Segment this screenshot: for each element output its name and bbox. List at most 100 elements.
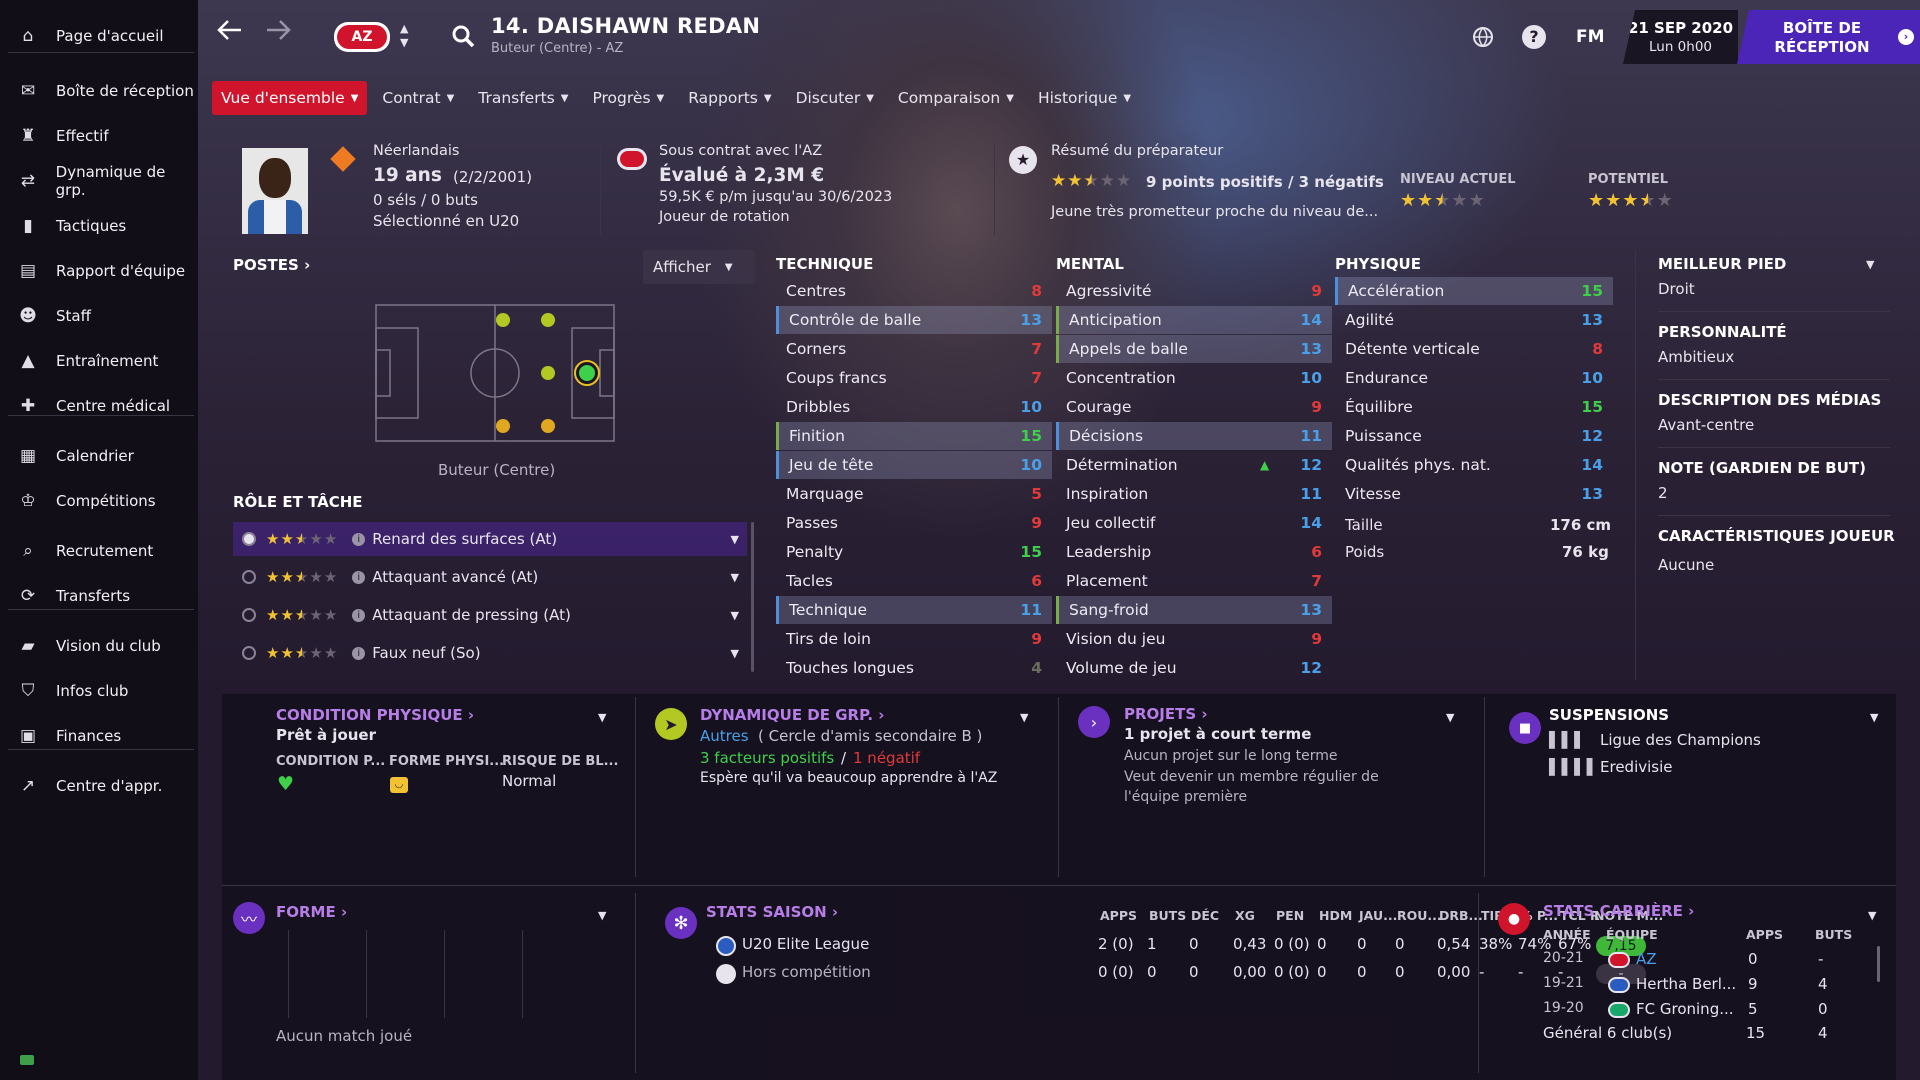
attribute-row-mental[interactable]: Volume de jeu 12 bbox=[1056, 654, 1332, 682]
radio-button[interactable] bbox=[242, 646, 256, 660]
dynamics-title[interactable]: DYNAMIQUE DE GRP. › bbox=[700, 706, 884, 724]
radio-button[interactable] bbox=[242, 532, 256, 546]
chevron-down-icon[interactable]: ▼ bbox=[731, 647, 739, 660]
globe-icon[interactable] bbox=[1472, 26, 1494, 52]
chevron-down-icon[interactable]: ▼ bbox=[1020, 711, 1028, 724]
attribute-row-mental[interactable]: Décisions 11 bbox=[1056, 422, 1332, 450]
attribute-row-mental[interactable]: Anticipation 14 bbox=[1056, 306, 1332, 334]
chevron-down-icon[interactable]: ▼ bbox=[731, 609, 739, 622]
tab-2[interactable]: Transferts ▼ bbox=[469, 81, 577, 115]
attribute-row-physique[interactable]: Équilibre 15 bbox=[1335, 393, 1613, 421]
sidebar-item-staff[interactable]: ☻ Staff bbox=[0, 296, 198, 336]
radio-button[interactable] bbox=[242, 570, 256, 584]
tab-4[interactable]: Rapports ▼ bbox=[679, 81, 780, 115]
attribute-row-technique[interactable]: Corners 7 bbox=[776, 335, 1052, 363]
attribute-row-technique[interactable]: Passes 9 bbox=[776, 509, 1052, 537]
attribute-row-physique[interactable]: Vitesse 13 bbox=[1335, 480, 1613, 508]
season-stats-title[interactable]: STATS SAISON › bbox=[706, 903, 838, 921]
attribute-row-physique[interactable]: Puissance 12 bbox=[1335, 422, 1613, 450]
attribute-row-physique[interactable]: Accélération 15 bbox=[1335, 277, 1613, 305]
attribute-row-technique[interactable]: Touches longues 4 bbox=[776, 654, 1052, 682]
show-dropdown-button[interactable]: Afficher ▼ bbox=[643, 250, 755, 284]
sidebar-item-academy[interactable]: ↗ Centre d'appr. bbox=[0, 766, 198, 806]
attribute-row-technique[interactable]: Jeu de tête 10 bbox=[776, 451, 1052, 479]
info-icon[interactable]: i bbox=[352, 570, 366, 584]
positions-title[interactable]: POSTES › bbox=[233, 256, 310, 274]
chevron-down-icon[interactable]: ▼ bbox=[1446, 711, 1454, 724]
sidebar-item-dynamics[interactable]: ⇄ Dynamique de grp. bbox=[0, 161, 198, 201]
attribute-row-technique[interactable]: Finition 15 bbox=[776, 422, 1052, 450]
date-box[interactable]: 21 SEP 2020 Lun 0h00 bbox=[1623, 10, 1738, 64]
tab-6[interactable]: Comparaison ▼ bbox=[889, 81, 1023, 115]
attribute-row-mental[interactable]: Jeu collectif 14 bbox=[1056, 509, 1332, 537]
back-arrow-icon[interactable] bbox=[216, 18, 244, 49]
attribute-row-mental[interactable]: Appels de balle 13 bbox=[1056, 335, 1332, 363]
sidebar-item-vision[interactable]: ▰ Vision du club bbox=[0, 626, 198, 666]
attribute-row-mental[interactable]: Détermination ▲ 12 bbox=[1056, 451, 1332, 479]
sidebar-item-calendar[interactable]: ▦ Calendrier bbox=[0, 436, 198, 476]
fm-label[interactable]: FM bbox=[1576, 27, 1605, 47]
form-title[interactable]: FORME › bbox=[276, 903, 347, 921]
chevron-down-icon[interactable]: ▼ bbox=[1870, 711, 1878, 724]
tab-1[interactable]: Contrat ▼ bbox=[373, 81, 463, 115]
competition-name[interactable]: U20 Elite League bbox=[742, 935, 869, 953]
attribute-row-mental[interactable]: Inspiration 11 bbox=[1056, 480, 1332, 508]
attribute-row-technique[interactable]: Dribbles 10 bbox=[776, 393, 1052, 421]
condition-title[interactable]: CONDITION PHYSIQUE › bbox=[276, 706, 474, 724]
sidebar-item-medical[interactable]: ✚ Centre médical bbox=[0, 386, 198, 426]
radio-button[interactable] bbox=[242, 608, 256, 622]
attribute-row-technique[interactable]: Tacles 6 bbox=[776, 567, 1052, 595]
attribute-row-mental[interactable]: Concentration 10 bbox=[1056, 364, 1332, 392]
attribute-row-technique[interactable]: Penalty 15 bbox=[776, 538, 1052, 566]
social-group[interactable]: Autres bbox=[700, 727, 749, 745]
attribute-row-physique[interactable]: Détente verticale 8 bbox=[1335, 335, 1613, 363]
attribute-row-technique[interactable]: Contrôle de balle 13 bbox=[776, 306, 1052, 334]
info-icon[interactable]: i bbox=[352, 532, 366, 546]
attribute-row-technique[interactable]: Tirs de loin 9 bbox=[776, 625, 1052, 653]
sidebar-item-shield[interactable]: ⛉ Infos club bbox=[0, 671, 198, 711]
career-team[interactable]: Hertha Berl... bbox=[1636, 975, 1736, 993]
projects-title[interactable]: PROJETS › bbox=[1124, 705, 1208, 723]
attribute-row-mental[interactable]: Vision du jeu 9 bbox=[1056, 625, 1332, 653]
sidebar-item-finances[interactable]: ▣ Finances bbox=[0, 716, 198, 756]
attribute-row-technique[interactable]: Centres 8 bbox=[776, 277, 1052, 305]
chevron-down-icon[interactable]: ▼ bbox=[1868, 909, 1876, 922]
info-icon[interactable]: i bbox=[352, 646, 366, 660]
career-team[interactable]: AZ bbox=[1636, 950, 1657, 968]
career-stats-title[interactable]: STATS CARRIÈRE › bbox=[1543, 902, 1694, 920]
info-icon[interactable]: i bbox=[352, 608, 366, 622]
tab-5[interactable]: Discuter ▼ bbox=[787, 81, 883, 115]
sidebar-item-squad[interactable]: ♜ Effectif bbox=[0, 116, 198, 156]
attribute-row-technique[interactable]: Coups francs 7 bbox=[776, 364, 1052, 392]
chevron-down-icon[interactable]: ▼ bbox=[598, 711, 606, 724]
attribute-row-physique[interactable]: Endurance 10 bbox=[1335, 364, 1613, 392]
inbox-continue-button[interactable]: BOÎTE DE RÉCEPTION › bbox=[1737, 10, 1920, 64]
competition-name[interactable]: Hors compétition bbox=[742, 963, 871, 981]
roles-scrollbar[interactable] bbox=[751, 522, 754, 672]
positive-factors[interactable]: 3 facteurs positifs bbox=[700, 749, 834, 767]
sidebar-item-report[interactable]: ▤ Rapport d'équipe bbox=[0, 251, 198, 291]
role-option[interactable]: ★★★★★ i Attaquant avancé (At) ▼ bbox=[233, 560, 747, 594]
attribute-row-mental[interactable]: Placement 7 bbox=[1056, 567, 1332, 595]
attribute-row-mental[interactable]: Sang-froid 13 bbox=[1056, 596, 1332, 624]
role-option[interactable]: ★★★★★ i Renard des surfaces (At) ▼ bbox=[233, 522, 747, 556]
player-switch-chevrons-icon[interactable]: ▲ ▼ bbox=[400, 22, 408, 50]
search-icon[interactable] bbox=[451, 24, 475, 52]
chevron-down-icon[interactable]: ▼ bbox=[731, 533, 739, 546]
help-icon[interactable]: ? bbox=[1522, 25, 1546, 49]
sidebar-item-tactics[interactable]: ▮ Tactiques bbox=[0, 206, 198, 246]
attribute-row-mental[interactable]: Agressivité 9 bbox=[1056, 277, 1332, 305]
club-badge-icon[interactable]: AZ bbox=[334, 22, 390, 52]
attribute-row-physique[interactable]: Qualités phys. nat. 14 bbox=[1335, 451, 1613, 479]
chevron-down-icon[interactable]: ▼ bbox=[731, 571, 739, 584]
attribute-row-mental[interactable]: Courage 9 bbox=[1056, 393, 1332, 421]
forward-arrow-icon[interactable] bbox=[264, 18, 292, 49]
attribute-row-technique[interactable]: Marquage 5 bbox=[776, 480, 1052, 508]
chevron-down-icon[interactable]: ▼ bbox=[598, 909, 606, 922]
tab-7[interactable]: Historique ▼ bbox=[1029, 81, 1140, 115]
negative-factors[interactable]: 1 négatif bbox=[853, 749, 920, 767]
coach-summary[interactable]: 9 points positifs / 3 négatifs bbox=[1146, 173, 1384, 191]
attribute-row-technique[interactable]: Technique 11 bbox=[776, 596, 1052, 624]
sidebar-item-trophy[interactable]: ♔ Compétitions bbox=[0, 481, 198, 521]
role-option[interactable]: ★★★★★ i Faux neuf (So) ▼ bbox=[233, 636, 747, 670]
